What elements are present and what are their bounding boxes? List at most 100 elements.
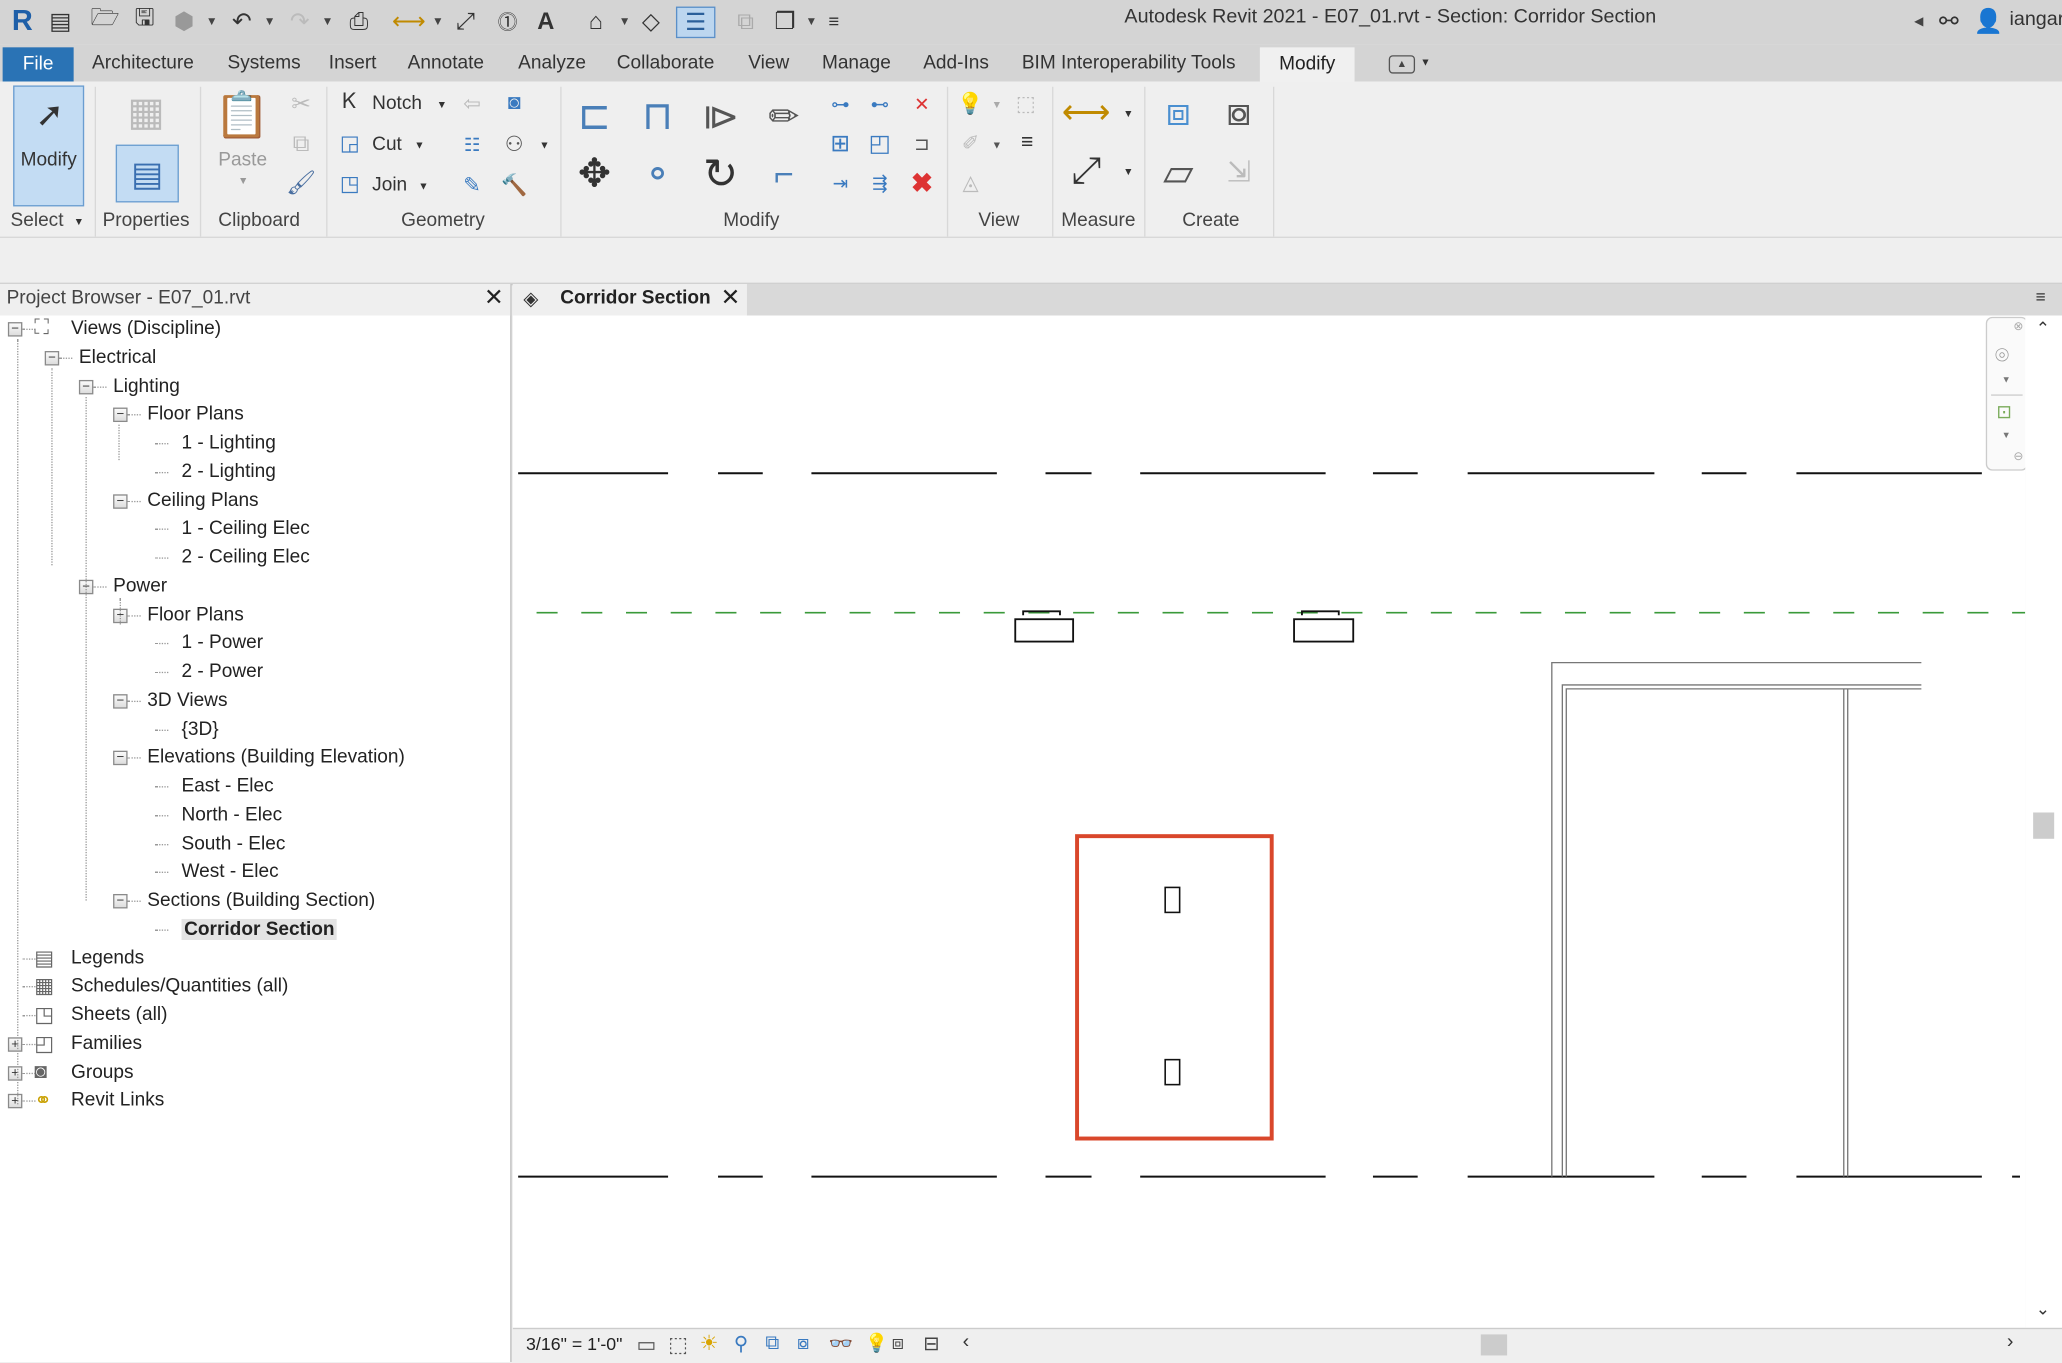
revit-logo[interactable]: R bbox=[8, 4, 37, 37]
select-dropdown-icon[interactable]: ▼ bbox=[74, 216, 84, 228]
panel-select-label[interactable]: Select bbox=[11, 210, 64, 231]
vertical-scrollbar[interactable]: ⌃ ⌄ bbox=[2025, 315, 2062, 1328]
offset-icon[interactable]: ⊓ bbox=[631, 89, 684, 142]
view-scale[interactable]: 3/16" = 1'-0" bbox=[526, 1334, 622, 1354]
trim-extend-single-icon[interactable]: ⇥ bbox=[826, 168, 855, 197]
aligned-dimension-icon[interactable]: ⤢ bbox=[450, 7, 482, 36]
steering-wheel-dropdown-icon[interactable]: ▼ bbox=[2002, 376, 2011, 385]
tree-item[interactable]: 2 - Power bbox=[181, 659, 263, 685]
collapse-toggle[interactable]: − bbox=[44, 350, 60, 366]
tree-item[interactable]: ◳ Sheets (all) bbox=[34, 1002, 167, 1028]
ribbon-minimize-dropdown-icon[interactable]: ▼ bbox=[1420, 57, 1430, 69]
cut-geometry-icon[interactable]: ◲ bbox=[337, 130, 363, 156]
split-element-icon[interactable]: ⊶ bbox=[826, 89, 855, 118]
linework-icon[interactable]: ✐ bbox=[957, 129, 983, 158]
3d-view-icon[interactable]: ⌂ bbox=[581, 7, 610, 36]
tree-item[interactable]: East - Elec bbox=[181, 773, 273, 799]
copy-icon[interactable]: ⧉ bbox=[287, 129, 316, 158]
thin-lines-icon[interactable]: ☰ bbox=[675, 6, 716, 39]
shadows-off-icon[interactable]: ⚲ bbox=[734, 1332, 748, 1355]
tree-item[interactable]: 1 - Ceiling Elec bbox=[181, 516, 309, 542]
ribbon-minimize-icon[interactable]: ▲ bbox=[1388, 55, 1416, 74]
user-name[interactable]: iangar bbox=[2009, 8, 2062, 30]
trim-extend-multiple-icon[interactable]: ⇶ bbox=[865, 168, 894, 197]
notch-label[interactable]: Notch bbox=[372, 93, 422, 114]
scale-icon[interactable]: ◰ bbox=[865, 129, 894, 158]
3d-view-dropdown-icon[interactable]: ▼ bbox=[618, 7, 631, 36]
modify-button[interactable]: ➚ Modify bbox=[13, 85, 85, 207]
redo-icon[interactable]: ↷ bbox=[284, 7, 316, 36]
temporary-hide-icon[interactable]: 👓 bbox=[829, 1332, 854, 1355]
tree-item[interactable]: Sections (Building Section) bbox=[147, 887, 375, 913]
dimension-dropdown-icon[interactable]: ▼ bbox=[1123, 166, 1133, 178]
array-icon[interactable]: ⊞ bbox=[826, 129, 855, 158]
tab-manage[interactable]: Manage bbox=[822, 53, 891, 74]
cut-dropdown-icon[interactable]: ▼ bbox=[414, 139, 424, 151]
tab-modify[interactable]: Modify bbox=[1259, 47, 1355, 82]
view-tool-icon[interactable]: ◬ bbox=[957, 168, 983, 197]
pin-icon[interactable]: ⊐ bbox=[907, 129, 936, 158]
temporary-view-properties-icon[interactable]: ⧈ bbox=[892, 1332, 905, 1354]
align-icon[interactable]: ⊏ bbox=[568, 89, 621, 142]
reveal-hidden-icon[interactable]: 💡 bbox=[865, 1332, 888, 1354]
join-label[interactable]: Join bbox=[372, 175, 407, 196]
properties-icon[interactable]: ▤ bbox=[115, 144, 179, 203]
filter-lines-icon[interactable]: ≡ bbox=[1013, 129, 1042, 158]
notch-icon[interactable]: Ꮶ bbox=[337, 89, 363, 115]
sync-dropdown-icon[interactable]: ▼ bbox=[205, 7, 218, 36]
tree-item[interactable]: 1 - Power bbox=[181, 630, 263, 656]
collapse-toggle[interactable]: − bbox=[78, 379, 94, 394]
wall-joins-icon[interactable]: ◙ bbox=[500, 89, 529, 118]
tab-file[interactable]: File bbox=[2, 47, 74, 82]
collapse-left-icon[interactable]: ◀ bbox=[1912, 7, 1925, 36]
switch-windows-icon[interactable]: ❐ bbox=[768, 7, 802, 36]
tab-corridor-section[interactable]: ◈ Corridor Section ✕ bbox=[512, 283, 747, 316]
collapse-toggle[interactable]: − bbox=[7, 322, 23, 337]
tab-bim-interoperability-tools[interactable]: BIM Interoperability Tools bbox=[1022, 53, 1236, 74]
crop-view-icon[interactable]: ⧉ bbox=[765, 1332, 779, 1354]
zoom-region-icon[interactable]: ⊡ bbox=[1996, 401, 2011, 423]
tree-item[interactable]: 3D Views bbox=[147, 687, 227, 713]
notch-dropdown-icon[interactable]: ▼ bbox=[437, 99, 447, 111]
collapse-toggle[interactable]: − bbox=[113, 493, 128, 509]
copy-element-icon[interactable]: ⚬ bbox=[631, 147, 684, 200]
linework-dropdown-icon[interactable]: ▼ bbox=[992, 139, 1002, 151]
collapse-toggle[interactable]: − bbox=[113, 893, 128, 909]
hide-dropdown-icon[interactable]: ▼ bbox=[992, 99, 1002, 111]
reveal-constraints-icon[interactable]: ⊟ bbox=[923, 1332, 940, 1355]
tree-item[interactable]: ◰ Families bbox=[34, 1030, 142, 1056]
selection-box[interactable] bbox=[1075, 834, 1274, 1141]
close-navbar-icon[interactable]: ⊗ bbox=[2013, 319, 2023, 333]
tree-item[interactable]: Floor Plans bbox=[147, 601, 243, 627]
join-geometry-icon[interactable]: ◳ bbox=[337, 171, 363, 197]
paste-label[interactable]: Paste bbox=[218, 150, 267, 171]
horizontal-scroll-thumb[interactable] bbox=[1480, 1334, 1508, 1356]
tree-item[interactable]: Ceiling Plans bbox=[147, 487, 258, 513]
create-similar-icon[interactable]: ⇲ bbox=[1213, 145, 1266, 200]
tree-item[interactable]: South - Elec bbox=[181, 830, 285, 856]
create-assembly-icon[interactable]: ⧈ bbox=[1152, 87, 1205, 140]
text-icon[interactable]: A bbox=[531, 7, 560, 36]
open-icon[interactable]: 🗁 bbox=[89, 4, 121, 36]
tree-item[interactable]: North - Elec bbox=[181, 802, 282, 828]
cut-to-clipboard-icon[interactable]: ✂ bbox=[287, 89, 316, 118]
receptacle-device[interactable] bbox=[1164, 1058, 1181, 1086]
match-type-icon[interactable]: 🖌 bbox=[286, 168, 316, 197]
tab-list-dropdown-icon[interactable]: ≡ bbox=[2036, 287, 2046, 307]
unjoin-icon[interactable]: ⇦ bbox=[458, 89, 487, 118]
drawing-canvas[interactable] bbox=[512, 315, 2026, 1328]
section-icon[interactable]: ◇ bbox=[637, 7, 666, 36]
hide-element-icon[interactable]: 💡 bbox=[957, 89, 983, 118]
mirror-draw-axis-icon[interactable]: ✏ bbox=[757, 89, 810, 142]
collapse-toggle[interactable]: − bbox=[113, 693, 128, 709]
visual-style-icon[interactable]: ⬚ bbox=[668, 1332, 688, 1358]
tab-systems[interactable]: Systems bbox=[228, 53, 301, 74]
move-icon[interactable]: ✥ bbox=[568, 147, 621, 200]
steering-wheel-2d-icon[interactable]: ⌾ bbox=[1995, 342, 2009, 370]
undo-icon[interactable]: ↶ bbox=[226, 7, 258, 36]
tree-item[interactable]: ◙ Groups bbox=[34, 1059, 133, 1085]
home-icon[interactable]: ▤ bbox=[45, 7, 77, 36]
split-face-icon[interactable]: ☷ bbox=[458, 130, 487, 159]
close-icon[interactable]: ✕ bbox=[484, 284, 504, 312]
expand-toggle[interactable]: + bbox=[7, 1094, 23, 1109]
